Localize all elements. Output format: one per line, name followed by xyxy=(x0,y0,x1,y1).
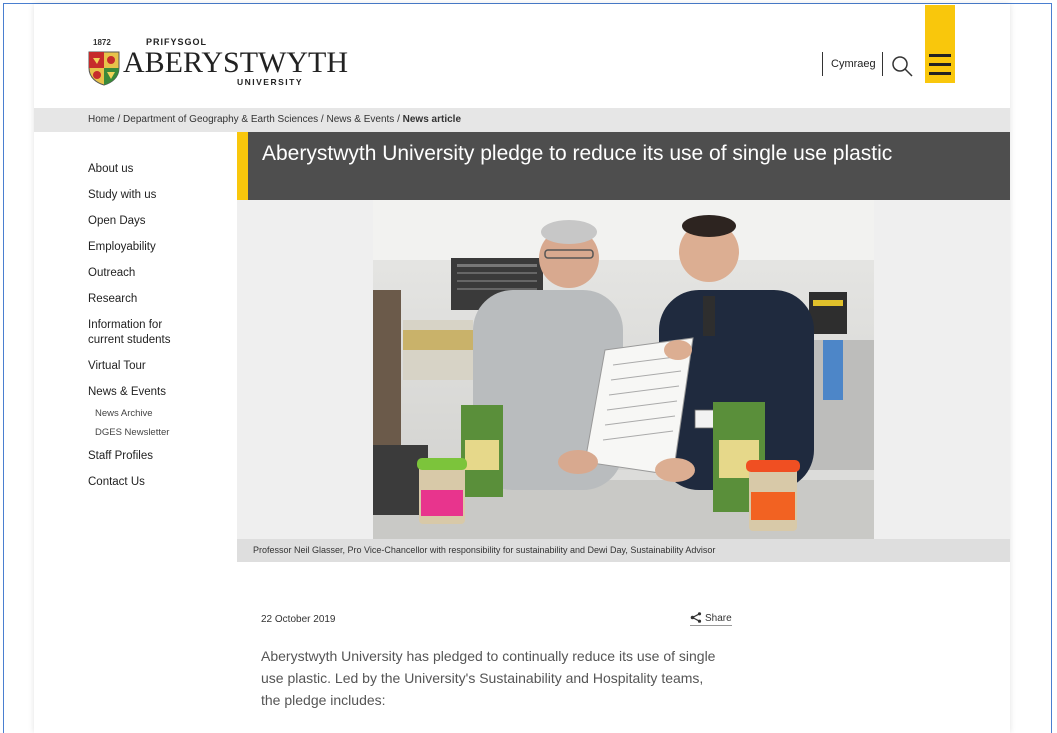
sidebar-item-research[interactable]: Research xyxy=(88,292,228,307)
university-logo[interactable]: 1872 PRIFYSGOL ABERYSTWYTH UNIVERSITY xyxy=(87,36,348,92)
image-caption: Professor Neil Glasser, Pro Vice-Chancel… xyxy=(253,545,716,555)
header-divider xyxy=(882,52,883,76)
sidebar-subitem-dges-newsletter[interactable]: DGES Newsletter xyxy=(95,427,228,438)
sidebar-item-study[interactable]: Study with us xyxy=(88,188,228,203)
hamburger-icon xyxy=(929,72,951,75)
sidebar-item-outreach[interactable]: Outreach xyxy=(88,266,228,281)
language-link[interactable]: Cymraeg xyxy=(831,58,876,70)
sidebar-item-news-events[interactable]: News & Events xyxy=(88,385,228,400)
breadcrumb-home[interactable]: Home xyxy=(88,114,115,125)
title-accent xyxy=(237,132,248,200)
sidebar-item-virtual-tour[interactable]: Virtual Tour xyxy=(88,359,228,374)
article-image-area xyxy=(237,200,1010,539)
breadcrumb-news-events[interactable]: News & Events xyxy=(326,114,394,125)
sidebar-nav: About us Study with us Open Days Employa… xyxy=(88,162,228,501)
sidebar-subitem-news-archive[interactable]: News Archive xyxy=(95,408,228,419)
logo-university-text: UNIVERSITY xyxy=(237,77,304,87)
article-date: 22 October 2019 xyxy=(261,614,336,625)
crest-icon xyxy=(88,51,120,86)
breadcrumb-department[interactable]: Department of Geography & Earth Sciences xyxy=(123,114,318,125)
article-photo xyxy=(373,200,874,539)
page-title: Aberystwyth University pledge to reduce … xyxy=(262,142,893,165)
menu-button[interactable] xyxy=(925,5,955,83)
sidebar-item-open-days[interactable]: Open Days xyxy=(88,214,228,229)
sidebar-item-current-students[interactable]: Information for current students xyxy=(88,318,188,348)
header-divider xyxy=(822,52,823,76)
logo-name: ABERYSTWYTH xyxy=(123,46,348,79)
article-title-banner: Aberystwyth University pledge to reduce … xyxy=(237,132,1010,200)
caption-bar: Professor Neil Glasser, Pro Vice-Chancel… xyxy=(237,539,1010,562)
breadcrumb: Home / Department of Geography & Earth S… xyxy=(34,108,1010,132)
sidebar-item-about[interactable]: About us xyxy=(88,162,228,177)
logo-year: 1872 xyxy=(93,38,111,47)
hamburger-icon xyxy=(929,54,951,57)
hamburger-icon xyxy=(929,63,951,66)
share-label: Share xyxy=(705,613,732,624)
sidebar-item-contact[interactable]: Contact Us xyxy=(88,475,228,490)
breadcrumb-separator: / xyxy=(394,114,403,125)
breadcrumb-separator: / xyxy=(114,114,124,125)
search-icon[interactable] xyxy=(890,54,914,78)
share-icon xyxy=(690,612,702,623)
article-intro: Aberystwyth University has pledged to co… xyxy=(261,648,716,708)
breadcrumb-current: News article xyxy=(402,114,462,125)
sidebar-item-staff-profiles[interactable]: Staff Profiles xyxy=(88,449,228,464)
sidebar-item-employability[interactable]: Employability xyxy=(88,240,228,255)
share-button[interactable]: Share xyxy=(690,612,732,626)
